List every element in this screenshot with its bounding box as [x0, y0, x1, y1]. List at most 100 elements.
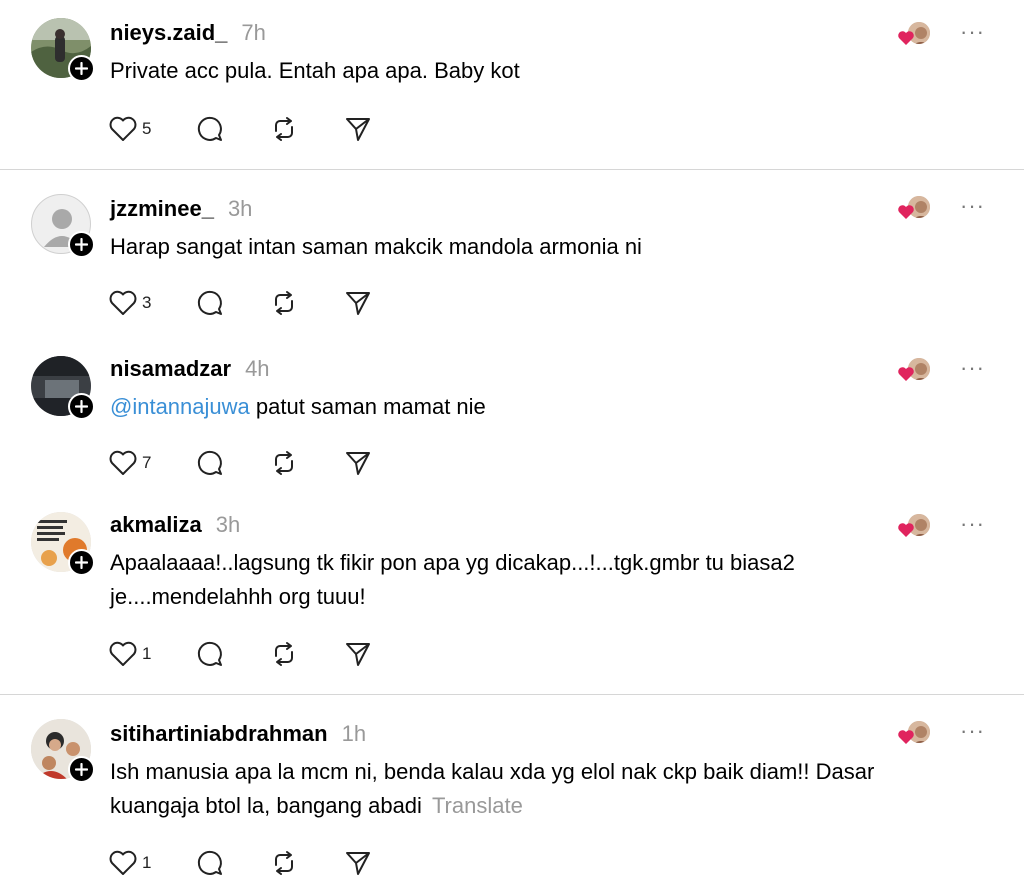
repost-icon — [275, 851, 294, 875]
avatar[interactable] — [31, 18, 95, 82]
send-icon — [346, 292, 371, 315]
avatar[interactable] — [31, 194, 95, 258]
reply-button[interactable] — [195, 288, 225, 318]
comment-bubble-icon — [198, 290, 223, 315]
comment-bubble-icon — [198, 450, 223, 475]
username-text[interactable]: jzzminee_ — [110, 196, 214, 221]
more-options-button[interactable]: ··· — [960, 357, 985, 379]
comment-item: jzzminee_ 3h ··· Harap sangat intan saman… — [0, 170, 1024, 340]
comment-text: Apaalaaaa!..lagsung tk fikir pon apa yg … — [110, 550, 795, 609]
like-button[interactable]: 3 — [108, 289, 151, 317]
avatar[interactable] — [31, 512, 95, 576]
comment-time: 1h — [341, 721, 367, 746]
comment-text: Ish manusia apa la mcm ni, benda kalau x… — [110, 759, 875, 818]
follow-button[interactable] — [68, 231, 95, 258]
repost-icon — [275, 117, 294, 141]
reply-button[interactable] — [195, 114, 225, 144]
plus-icon — [75, 400, 88, 413]
heart-outline-icon — [109, 641, 137, 666]
send-icon — [346, 852, 371, 875]
plus-icon — [75, 763, 88, 776]
liked-by-author-icon — [896, 512, 936, 542]
liked-by-author-icon — [896, 194, 936, 224]
like-count: 3 — [142, 293, 152, 312]
reply-button[interactable] — [195, 639, 225, 669]
follow-button[interactable] — [68, 55, 95, 82]
share-button[interactable] — [343, 288, 373, 318]
more-options-button[interactable]: ··· — [960, 21, 985, 43]
avatar[interactable] — [31, 719, 95, 783]
liked-by-author-icon — [896, 719, 936, 749]
repost-button[interactable] — [269, 639, 299, 669]
mention-link[interactable]: @intannajuwa — [110, 394, 250, 419]
repost-icon — [275, 451, 294, 475]
comment-text: Harap sangat intan saman makcik mandola … — [110, 234, 642, 259]
heart-outline-icon — [109, 850, 137, 875]
heart-outline-icon — [109, 116, 137, 141]
heart-outline-icon — [109, 450, 137, 475]
follow-button[interactable] — [68, 549, 95, 576]
repost-button[interactable] — [269, 448, 299, 478]
comment-time: 4h — [245, 356, 270, 381]
heart-outline-icon — [109, 290, 137, 315]
repost-icon — [275, 291, 294, 315]
send-icon — [346, 643, 371, 666]
liked-by-author-icon — [896, 356, 936, 386]
plus-icon — [75, 62, 88, 75]
username-text[interactable]: nieys.zaid_ — [110, 20, 227, 45]
like-button[interactable]: 5 — [108, 115, 151, 143]
comment-actions: 1 — [108, 846, 417, 880]
comment-item: akmaliza 3h ··· Apaalaaaa!..lagsung tk fi… — [0, 500, 1024, 695]
like-button[interactable]: 1 — [108, 849, 151, 877]
repost-icon — [275, 642, 294, 666]
comment-item: nisamadzar 4h ··· @intannajuwa patut sama… — [0, 340, 1024, 500]
like-button[interactable]: 1 — [108, 640, 151, 668]
more-options-button[interactable]: ··· — [960, 513, 985, 535]
like-count: 1 — [142, 853, 152, 872]
share-button[interactable] — [343, 448, 373, 478]
comment-username[interactable]: akmaliza 3h — [110, 512, 240, 538]
translate-link[interactable]: Translate — [432, 793, 523, 818]
like-button[interactable]: 7 — [108, 449, 151, 477]
comment-text: @intannajuwa patut saman mamat nie — [110, 394, 486, 419]
comment-bubble-icon — [198, 641, 223, 666]
comment-username[interactable]: nisamadzar 4h — [110, 356, 270, 382]
comment-time: 3h — [227, 196, 253, 221]
send-icon — [346, 118, 371, 141]
repost-button[interactable] — [269, 288, 299, 318]
username-text[interactable]: akmaliza — [110, 512, 202, 537]
comment-username[interactable]: jzzminee_ 3h — [110, 196, 252, 222]
like-count: 7 — [142, 453, 152, 472]
reply-button[interactable] — [195, 448, 225, 478]
plus-icon — [75, 556, 88, 569]
repost-button[interactable] — [269, 114, 299, 144]
more-options-button[interactable]: ··· — [960, 195, 985, 217]
more-options-button[interactable]: ··· — [960, 720, 985, 742]
like-count: 1 — [142, 644, 152, 663]
comment-time: 7h — [241, 20, 266, 45]
username-text[interactable]: nisamadzar — [110, 356, 231, 381]
comment-bubble-icon — [198, 850, 223, 875]
comment-bubble-icon — [198, 116, 223, 141]
plus-icon — [75, 238, 88, 251]
repost-button[interactable] — [269, 848, 299, 878]
share-button[interactable] — [343, 114, 373, 144]
avatar[interactable] — [31, 356, 95, 420]
follow-button[interactable] — [68, 756, 95, 783]
comment-actions: 5 — [108, 112, 417, 146]
comment-item: nieys.zaid_ 7h ··· Private acc pula. Enta… — [0, 0, 1024, 170]
share-button[interactable] — [343, 639, 373, 669]
share-button[interactable] — [343, 848, 373, 878]
comment-actions: 1 — [108, 637, 417, 671]
comment-item: sitihartiniabdrahman 1h ··· Ish manusia a… — [0, 695, 1024, 894]
follow-button[interactable] — [68, 393, 95, 420]
comment-actions: 3 — [108, 286, 417, 320]
comment-text: Private acc pula. Entah apa apa. Baby ko… — [110, 58, 520, 83]
send-icon — [346, 452, 371, 475]
reply-button[interactable] — [195, 848, 225, 878]
comment-username[interactable]: sitihartiniabdrahman 1h — [110, 721, 366, 747]
like-count: 5 — [142, 119, 152, 138]
username-text[interactable]: sitihartiniabdrahman — [110, 721, 328, 746]
comment-time: 3h — [215, 512, 241, 537]
comment-username[interactable]: nieys.zaid_ 7h — [110, 20, 266, 46]
